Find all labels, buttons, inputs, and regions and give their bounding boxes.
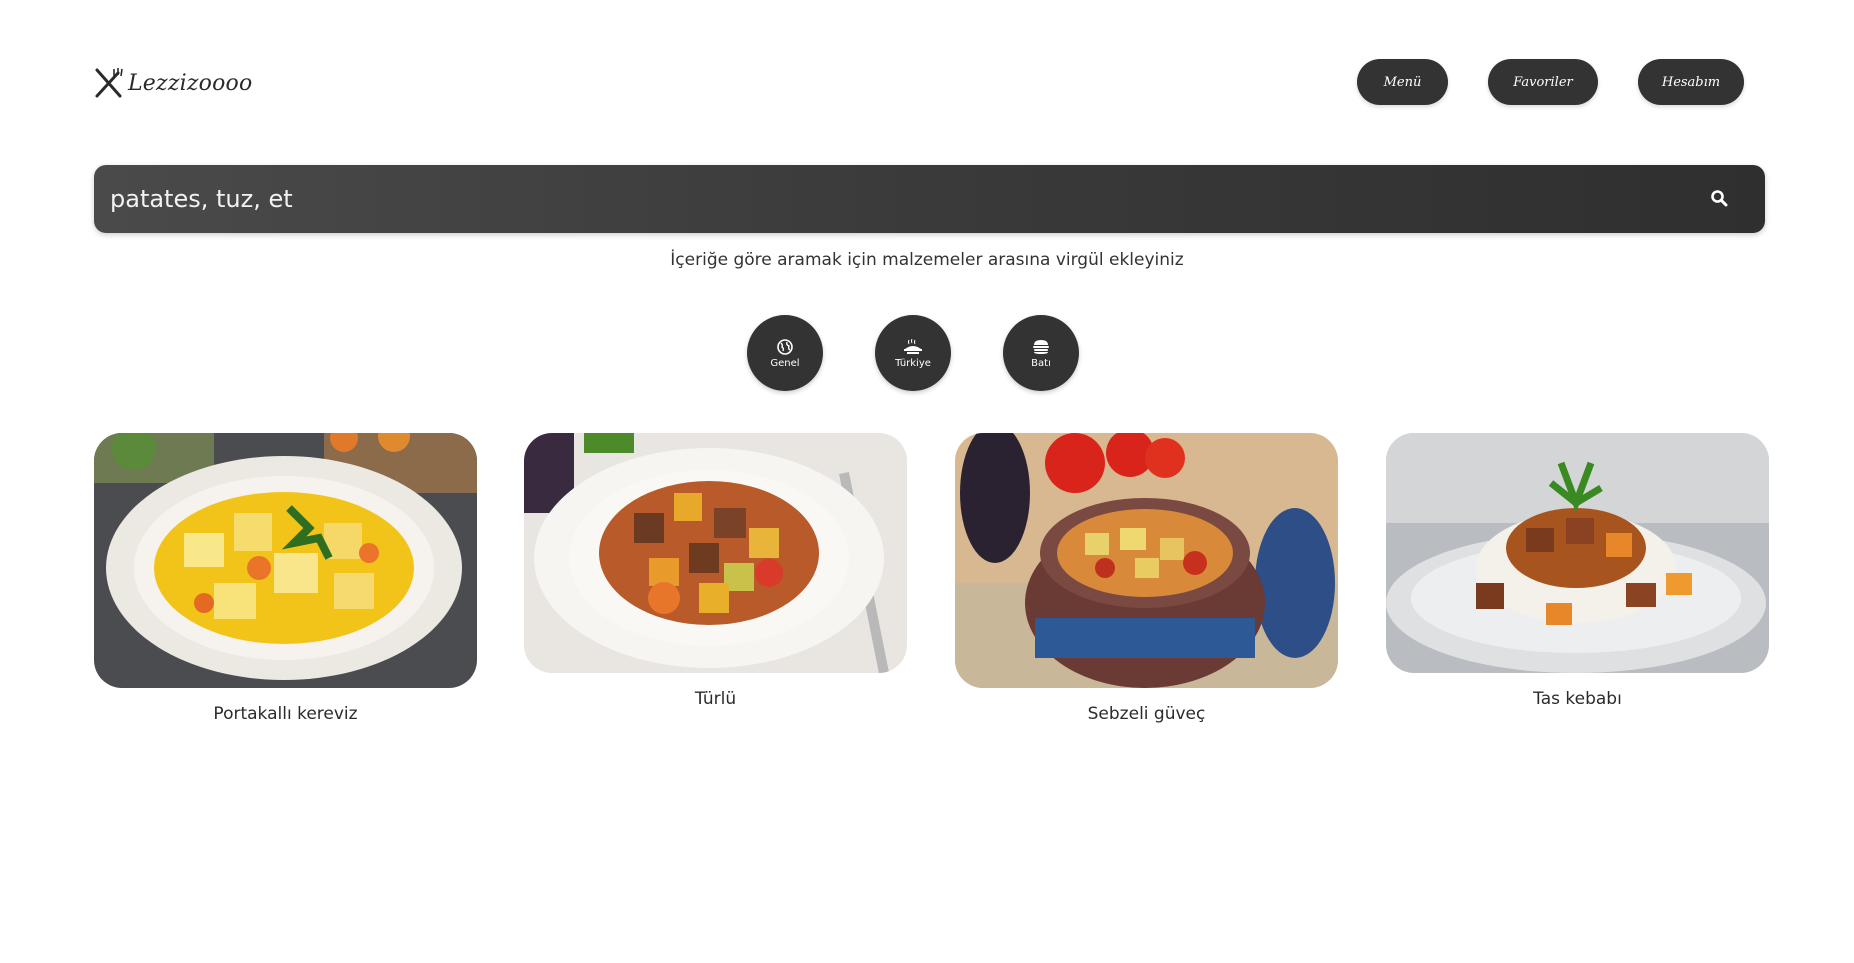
category-turkiye-button[interactable]: Türkiye xyxy=(875,315,951,391)
recipe-image-tas-kebab xyxy=(1386,433,1769,673)
favorites-button[interactable]: Favoriler xyxy=(1488,59,1598,105)
recipe-image-celery-orange xyxy=(94,433,477,688)
fork-knife-icon xyxy=(94,67,124,99)
header: Lezzizoooo Menü Favoriler Hesabım xyxy=(0,0,1854,140)
account-button[interactable]: Hesabım xyxy=(1638,59,1744,105)
recipe-card[interactable]: Sebzeli güveç xyxy=(955,433,1338,724)
recipe-card[interactable]: Portakallı kereviz xyxy=(94,433,477,724)
category-label: Genel xyxy=(770,357,800,369)
recipe-title: Portakallı kereviz xyxy=(213,704,358,724)
menu-button[interactable]: Menü xyxy=(1357,59,1448,105)
recipe-title: Türlü xyxy=(694,689,737,709)
globe-icon xyxy=(777,338,793,356)
category-label: Batı xyxy=(1031,357,1051,369)
recipe-title: Tas kebabı xyxy=(1533,689,1622,709)
search-icon xyxy=(1710,189,1728,210)
category-genel-button[interactable]: Genel xyxy=(747,315,823,391)
recipe-card[interactable]: Türlü xyxy=(524,433,907,709)
category-label: Türkiye xyxy=(895,357,931,369)
search-button[interactable] xyxy=(1695,175,1743,223)
turkish-food-icon xyxy=(903,338,923,356)
search-hint: İçeriğe göre aramak için malzemeler aras… xyxy=(670,250,1184,270)
burger-icon xyxy=(1032,338,1050,356)
recipe-image-guvec xyxy=(955,433,1338,688)
search-input[interactable] xyxy=(110,165,1695,233)
logo-text: Lezzizoooo xyxy=(128,70,253,96)
recipe-title: Sebzeli güveç xyxy=(1087,704,1206,724)
recipe-image-turlu xyxy=(524,433,907,673)
logo[interactable]: Lezzizoooo xyxy=(94,66,252,100)
search-bar xyxy=(94,165,1765,233)
category-bati-button[interactable]: Batı xyxy=(1003,315,1079,391)
recipe-card[interactable]: Tas kebabı xyxy=(1386,433,1769,709)
